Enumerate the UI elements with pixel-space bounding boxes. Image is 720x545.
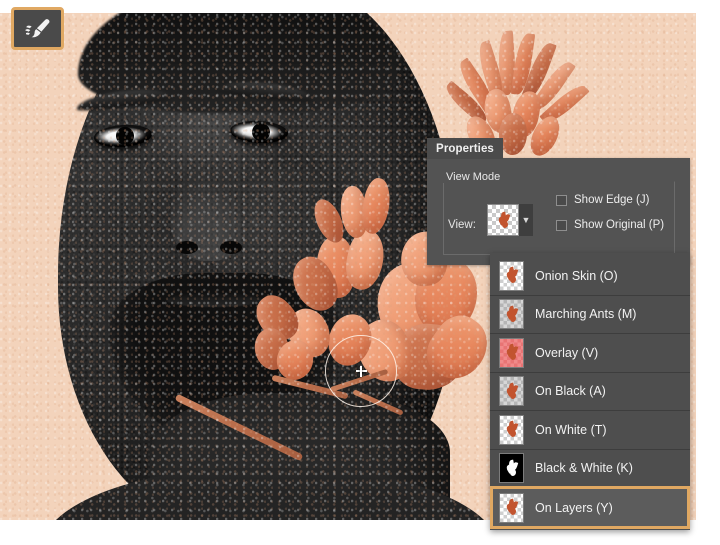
view-label: View: (448, 219, 476, 231)
pupil-left (115, 126, 135, 146)
thumbnail-on-white (499, 414, 524, 445)
flower-thumb-icon (505, 498, 519, 516)
show-edge-checkbox-row[interactable]: Show Edge (J) (556, 194, 649, 206)
show-edge-label: Show Edge (J) (574, 194, 650, 206)
thumbnail-on-black (499, 376, 524, 407)
dropdown-item-marching-ants[interactable]: Marching Ants (M) (490, 296, 690, 334)
dropdown-item-label: Black & White (K) (535, 461, 633, 476)
view-mode-dropdown-list[interactable]: Onion Skin (O) Marching Ants (M) Overlay… (490, 253, 690, 530)
nostril-right (220, 241, 242, 254)
dropdown-item-on-black[interactable]: On Black (A) (490, 373, 690, 411)
dropdown-item-label: On Layers (Y) (535, 500, 613, 515)
thumbnail-on-layers (499, 492, 524, 523)
refine-edge-brush-icon (25, 18, 49, 37)
show-original-label: Show Original (P) (574, 219, 665, 231)
dropdown-item-label: On White (T) (535, 422, 607, 437)
refine-edge-brush-tool-badge[interactable] (11, 7, 64, 50)
view-swatch-thumbnail[interactable] (487, 204, 519, 236)
thumbnail-black-and-white (499, 453, 524, 484)
thumbnail-overlay (499, 337, 524, 368)
dropdown-item-black-and-white[interactable]: Black & White (K) (490, 450, 690, 488)
flower-thumb-icon (505, 420, 519, 438)
dropdown-item-on-layers[interactable]: On Layers (Y) (490, 486, 690, 529)
nostril-left (176, 241, 198, 254)
pupil-right (251, 122, 271, 142)
flower-thumb-icon (505, 305, 519, 323)
show-original-checkbox-row[interactable]: Show Original (P) (556, 219, 664, 231)
properties-tab[interactable]: Properties (427, 138, 503, 159)
properties-tab-label: Properties (436, 142, 494, 155)
view-mode-group (443, 181, 675, 255)
dropdown-item-on-white[interactable]: On White (T) (490, 411, 690, 450)
show-original-checkbox[interactable] (556, 219, 567, 231)
flower-thumb-icon (505, 343, 519, 361)
thumbnail-marching-ants (499, 299, 524, 330)
lips (166, 293, 262, 307)
view-mode-legend: View Mode (441, 171, 506, 183)
dropdown-item-onion-skin[interactable]: Onion Skin (O) (490, 257, 690, 296)
dropdown-item-label: Onion Skin (O) (535, 268, 618, 283)
show-edge-checkbox[interactable] (556, 194, 567, 206)
dropdown-item-label: Overlay (V) (535, 345, 599, 360)
view-dropdown-chevron-down-icon[interactable]: ▼ (519, 204, 533, 236)
flower-thumb-icon (505, 266, 519, 284)
flower-thumb-icon (496, 211, 510, 229)
flower-thumb-icon (505, 382, 519, 400)
nose (170, 169, 248, 261)
dropdown-item-label: On Black (A) (535, 384, 606, 399)
dropdown-item-overlay[interactable]: Overlay (V) (490, 334, 690, 373)
thumbnail-onion-skin (499, 260, 524, 291)
brush-circle-cursor (325, 335, 397, 407)
screenshot-root: Properties View Mode View: ▼ Show Edge (… (0, 0, 720, 545)
flower-thumb-icon (505, 459, 519, 477)
dropdown-item-label: Marching Ants (M) (535, 307, 637, 322)
